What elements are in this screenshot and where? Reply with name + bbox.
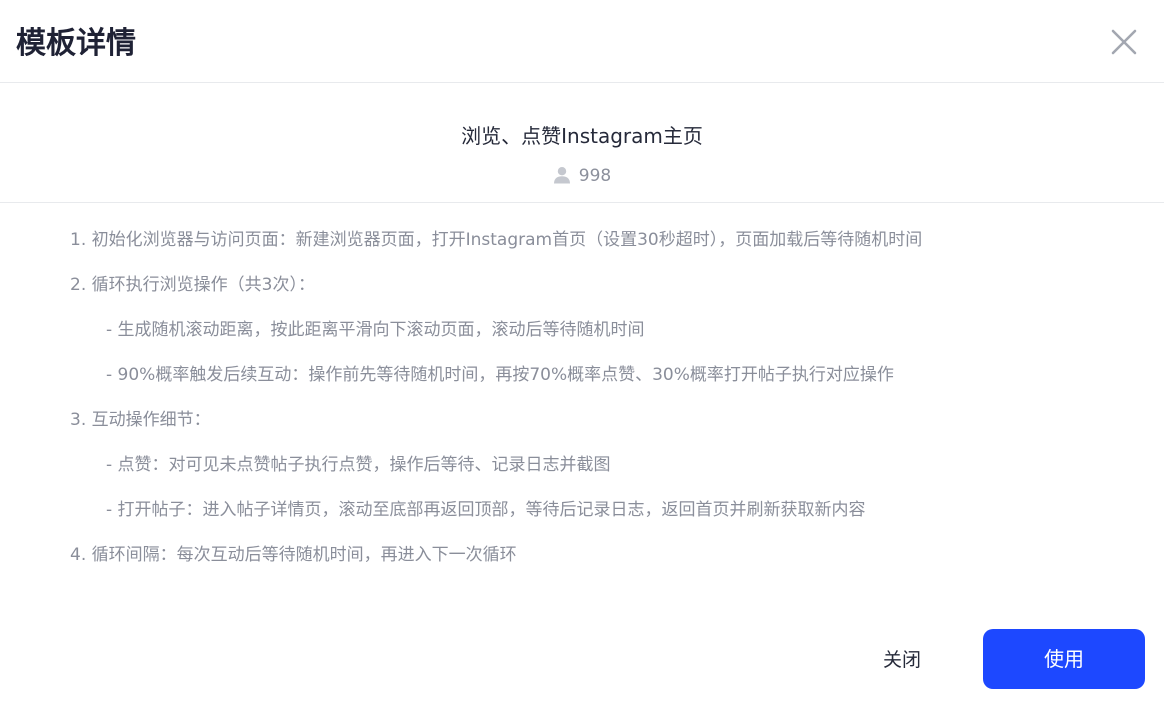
step-list: 1. 初始化浏览器与访问页面：新建浏览器页面，打开Instagram首页（设置3…	[70, 218, 1130, 578]
template-summary: 浏览、点赞Instagram主页 998	[0, 83, 1164, 203]
close-button[interactable]: 关闭	[858, 630, 946, 690]
usage-count-row: 998	[0, 163, 1164, 189]
user-icon	[553, 166, 571, 184]
step-sub-item: - 打开帖子：进入帖子详情页，滚动至底部再返回顶部，等待后记录日志，返回首页并刷…	[106, 500, 866, 520]
dialog-title: 模板详情	[16, 26, 136, 61]
step-item: 1. 初始化浏览器与访问页面：新建浏览器页面，打开Instagram首页（设置3…	[70, 230, 923, 250]
step-item: 3. 互动操作细节：	[70, 410, 211, 430]
step-sub-item: - 90%概率触发后续互动：操作前先等待随机时间，再按70%概率点赞、30%概率…	[106, 365, 894, 385]
close-icon[interactable]	[1104, 22, 1144, 62]
step-sub-item: - 点赞：对可见未点赞帖子执行点赞，操作后等待、记录日志并截图	[106, 455, 611, 475]
template-detail-dialog: 模板详情 浏览、点赞Instagram主页 998 1. 初始化浏览器与访问页面…	[0, 0, 1164, 710]
template-name: 浏览、点赞Instagram主页	[461, 124, 703, 148]
dialog-header: 模板详情	[0, 0, 1164, 83]
use-template-button[interactable]: 使用	[983, 629, 1145, 689]
step-item: 4. 循环间隔：每次互动后等待随机时间，再进入下一次循环	[70, 545, 517, 565]
step-item: 2. 循环执行浏览操作（共3次）：	[70, 275, 315, 295]
step-sub-item: - 生成随机滚动距离，按此距离平滑向下滚动页面，滚动后等待随机时间	[106, 320, 645, 340]
usage-count: 998	[578, 166, 612, 186]
